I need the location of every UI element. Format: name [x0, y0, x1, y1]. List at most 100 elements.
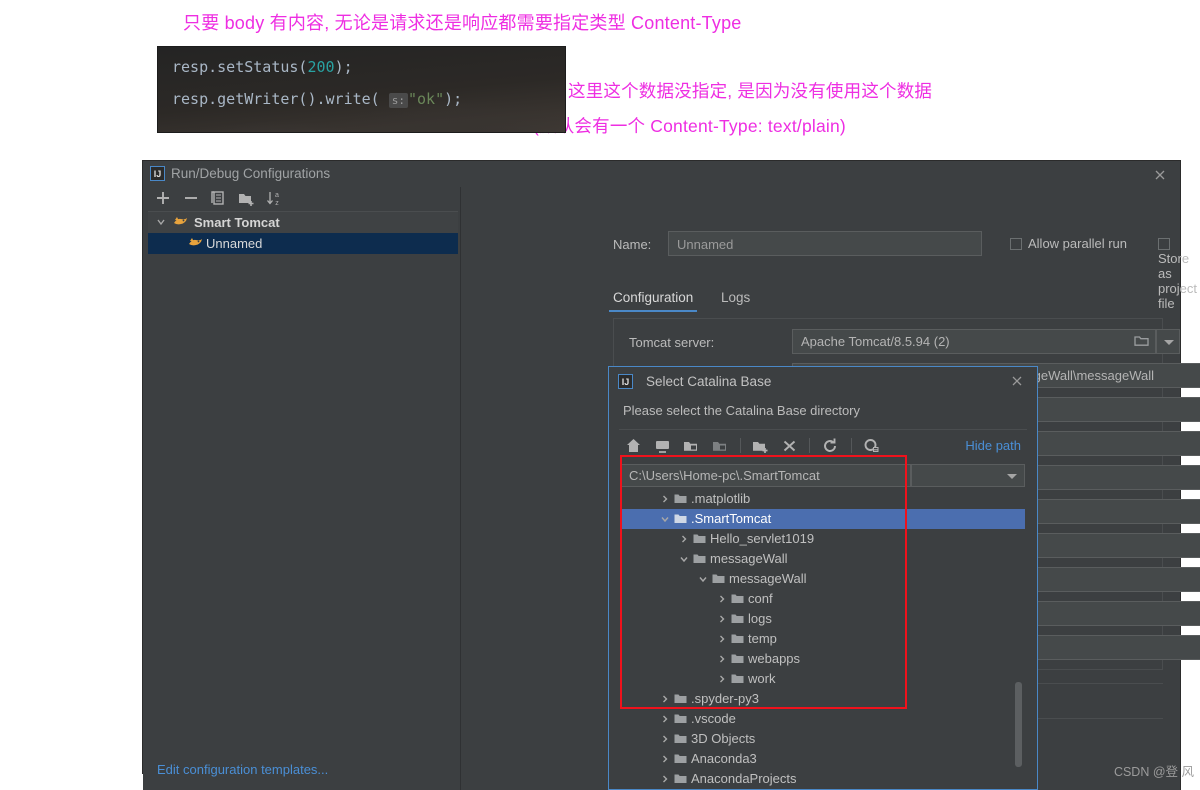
directory-tree-label: messageWall	[729, 571, 807, 586]
directory-tree-label: AnacondaProjects	[691, 771, 797, 786]
checkbox-box[interactable]	[1010, 238, 1022, 250]
close-x-icon[interactable]	[777, 435, 802, 457]
directory-tree-row[interactable]: .vscode	[621, 709, 1025, 729]
chevron-right-icon[interactable]	[717, 589, 729, 609]
config-tree-item-unnamed[interactable]: Unnamed	[148, 233, 458, 254]
new-folder-icon[interactable]	[748, 435, 773, 457]
home-icon[interactable]	[621, 435, 646, 457]
store-as-project-file-label: Store as project file	[1158, 251, 1198, 311]
field-row-tomcat-server: Tomcat server: Apache Tomcat/8.5.94 (2) …	[614, 329, 1180, 357]
close-icon[interactable]	[1149, 165, 1171, 185]
folder-icon	[731, 593, 744, 604]
tomcat-server-input[interactable]: Apache Tomcat/8.5.94 (2)	[792, 329, 1156, 354]
allow-parallel-run-checkbox[interactable]: Allow parallel run	[1010, 236, 1127, 251]
path-input[interactable]: C:\Users\Home-pc\.SmartTomcat	[621, 464, 911, 487]
chevron-down-icon[interactable]	[698, 569, 710, 589]
chevron-right-icon[interactable]	[717, 629, 729, 649]
annotation-title: 只要 body 有内容, 无论是请求还是响应都需要指定类型 Content-Ty…	[183, 13, 742, 33]
directory-tree-row[interactable]: webapps	[621, 649, 1025, 669]
new-folder-button[interactable]	[235, 187, 257, 209]
sort-configurations-button[interactable]: az	[263, 187, 285, 209]
chevron-down-icon[interactable]	[156, 212, 168, 233]
configurations-tree[interactable]: Smart Tomcat Unnamed	[148, 211, 458, 750]
refresh-icon[interactable]	[818, 435, 843, 457]
directory-tree-row[interactable]: .spyder-py3	[621, 689, 1025, 709]
checkbox-box[interactable]	[1158, 238, 1170, 250]
directory-tree-row[interactable]: work	[621, 669, 1025, 689]
chevron-right-icon[interactable]	[660, 769, 672, 789]
directory-tree-row[interactable]: .SmartTomcat	[621, 509, 1025, 529]
directory-tree-row[interactable]: logs	[621, 609, 1025, 629]
expand-folder-icon[interactable]	[678, 435, 703, 457]
toolbar-separator	[850, 438, 852, 453]
chevron-right-icon[interactable]	[660, 729, 672, 749]
bottom-strip	[0, 774, 143, 790]
close-icon[interactable]	[1007, 372, 1027, 390]
folder-icon[interactable]	[1134, 334, 1149, 347]
directory-tree-label: .spyder-py3	[691, 691, 759, 706]
directory-tree[interactable]: .matplotlib .SmartTomcat Hello_servlet1019…	[621, 489, 1025, 789]
directory-tree-label: webapps	[748, 651, 801, 666]
config-tree-group-smart-tomcat[interactable]: Smart Tomcat	[148, 212, 458, 233]
code-line1-text: resp.setStatus(	[172, 58, 308, 76]
hide-path-link[interactable]: Hide path	[965, 438, 1021, 453]
chevron-right-icon[interactable]	[679, 529, 691, 549]
folder-icon	[674, 713, 687, 724]
directory-tree-label: 3D Objects	[691, 731, 756, 746]
directory-tree-row[interactable]: conf	[621, 589, 1025, 609]
select-dialog-subtitle: Please select the Catalina Base director…	[623, 403, 861, 418]
annotation-right-line1: 这里这个数据没指定, 是因为没有使用这个数据	[568, 81, 933, 101]
tomcat-server-value: Apache Tomcat/8.5.94 (2)	[801, 334, 950, 349]
desktop-icon[interactable]	[650, 435, 675, 457]
folder-icon	[731, 613, 744, 624]
directory-tree-row[interactable]: 3D Objects	[621, 729, 1025, 749]
chevron-right-icon[interactable]	[717, 649, 729, 669]
chevron-right-icon[interactable]	[660, 489, 672, 509]
show-hidden-files-icon[interactable]	[859, 435, 884, 457]
chevron-right-icon[interactable]	[660, 709, 672, 729]
folder-icon	[712, 573, 725, 584]
add-configuration-button[interactable]	[152, 187, 174, 209]
configuration-tabs[interactable]: Configuration Logs	[608, 290, 774, 319]
directory-tree-label: .vscode	[691, 711, 736, 726]
directory-tree-row[interactable]: .matplotlib	[621, 489, 1025, 509]
directory-tree-row[interactable]: messageWall	[621, 569, 1025, 589]
tree-scrollbar[interactable]	[1015, 682, 1022, 767]
path-dropdown[interactable]	[911, 464, 1025, 487]
chevron-down-icon[interactable]	[679, 549, 691, 569]
chevron-right-icon[interactable]	[660, 689, 672, 709]
svg-text:IJ: IJ	[154, 169, 162, 179]
code-line2-tail: );	[444, 90, 463, 108]
remove-configuration-button[interactable]	[180, 187, 202, 209]
directory-tree-label: .matplotlib	[691, 491, 751, 506]
code-line-2: resp.getWriter().write( s: "ok");	[172, 90, 463, 108]
name-input[interactable]: Unnamed	[668, 231, 982, 256]
folder-icon	[731, 673, 744, 684]
directory-tree-row[interactable]: messageWall	[621, 549, 1025, 569]
directory-tree-row[interactable]: temp	[621, 629, 1025, 649]
directory-tree-row[interactable]: Anaconda3	[621, 749, 1025, 769]
chevron-right-icon[interactable]	[717, 609, 729, 629]
folder-icon	[731, 653, 744, 664]
code-line1-number: 200	[307, 58, 335, 76]
edit-configuration-templates-link[interactable]: Edit configuration templates...	[157, 762, 328, 777]
directory-tree-label: work	[748, 671, 776, 686]
tab-configuration[interactable]: Configuration	[608, 290, 698, 312]
dialog-title: Run/Debug Configurations	[171, 166, 331, 181]
tomcat-server-dropdown[interactable]	[1156, 329, 1180, 354]
directory-tree-row[interactable]: Hello_servlet1019	[621, 529, 1025, 549]
chevron-right-icon[interactable]	[717, 669, 729, 689]
code-line2-text: resp.getWriter().write(	[172, 90, 389, 108]
chevron-right-icon[interactable]	[660, 749, 672, 769]
tomcat-server-label: Tomcat server:	[629, 335, 715, 350]
store-as-project-file-checkbox[interactable]: Store as project file	[1158, 236, 1197, 311]
copy-configuration-button[interactable]	[207, 187, 229, 209]
directory-tree-label: Hello_servlet1019	[710, 531, 815, 546]
directory-tree-row[interactable]: AnacondaProjects	[621, 769, 1025, 789]
code-snippet-image: resp.setStatus(200); resp.getWriter().wr…	[158, 47, 565, 132]
tab-logs[interactable]: Logs	[721, 290, 750, 312]
collapse-folder-icon[interactable]	[707, 435, 732, 457]
chevron-down-icon[interactable]	[660, 509, 672, 529]
parameter-hint-badge: s:	[388, 93, 408, 108]
annotation-right-line2: (默认会有一个 Content-Type: text/plain)	[533, 116, 846, 136]
